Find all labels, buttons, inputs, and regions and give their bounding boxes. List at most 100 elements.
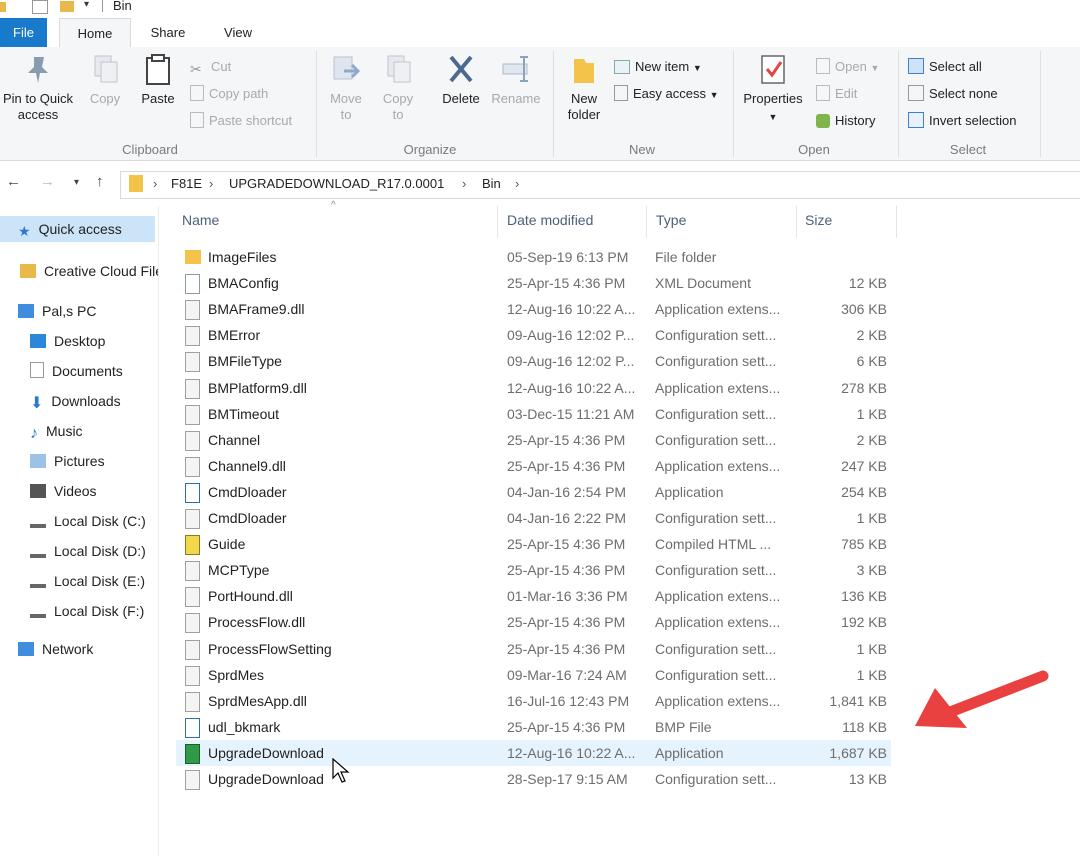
file-name: SprdMes — [208, 666, 265, 683]
sidebar-item-music[interactable]: ♪ Music — [30, 418, 156, 444]
open-button[interactable]: Open ▼ — [816, 57, 879, 77]
file-date-modified: 25-Apr-15 4:36 PM — [507, 614, 626, 631]
column-divider[interactable] — [796, 206, 797, 238]
tab-view[interactable]: View — [210, 18, 266, 47]
properties-check-icon[interactable] — [32, 0, 48, 14]
properties-button[interactable]: Properties ▼ — [738, 53, 808, 125]
file-row[interactable]: ImageFiles 05-Sep-19 6:13 PM File folder — [176, 244, 891, 270]
file-row[interactable]: SprdMes 09-Mar-16 7:24 AM Configuration se… — [176, 662, 891, 688]
sidebar-item-local-disk-d[interactable]: Local Disk (D:) — [30, 538, 156, 564]
sidebar-item-downloads[interactable]: ⬇ Downloads — [30, 388, 156, 414]
folder-icon — [0, 2, 6, 12]
file-row[interactable]: BMFileType 09-Aug-16 12:02 P... Configurat… — [176, 348, 891, 374]
sidebar-item-local-disk-f[interactable]: Local Disk (F:) — [30, 598, 156, 624]
invert-selection-button[interactable]: Invert selection — [908, 111, 1016, 131]
file-row[interactable]: BMPlatform9.dll 12-Aug-16 10:22 A... Appli… — [176, 375, 891, 401]
file-date-modified: 04-Jan-16 2:22 PM — [507, 510, 627, 526]
pin-to-quick-access-button[interactable]: Pin to Quick access — [0, 53, 76, 123]
history-button[interactable]: History — [816, 111, 875, 131]
dll-file-icon — [185, 613, 200, 634]
up-arrow-icon[interactable]: ↑ — [96, 173, 104, 190]
column-divider[interactable] — [646, 206, 647, 238]
file-type: Configuration sett... — [655, 431, 777, 448]
new-folder-button[interactable]: New folder — [560, 53, 608, 123]
tab-share[interactable]: Share — [140, 18, 196, 47]
tab-home[interactable]: Home — [59, 18, 131, 49]
sidebar-item-documents[interactable]: Documents — [30, 358, 156, 384]
file-row[interactable]: PortHound.dll 01-Mar-16 3:36 PM Applicatio… — [176, 583, 891, 609]
tab-file[interactable]: File — [0, 18, 47, 47]
file-row[interactable]: BMError 09-Aug-16 12:02 P... Configuration… — [176, 322, 891, 348]
easy-access-button[interactable]: Easy access ▼ — [614, 84, 719, 104]
copy-icon — [94, 55, 118, 83]
copy-path-button[interactable]: Copy path — [190, 84, 268, 104]
sidebar-item-local-disk-c[interactable]: Local Disk (C:) — [30, 508, 156, 534]
file-row[interactable]: CmdDloader 04-Jan-16 2:22 PM Configuration… — [176, 505, 891, 531]
file-row[interactable]: udl_bkmark 25-Apr-15 4:36 PM BMP File 118 K… — [176, 714, 891, 740]
dll-file-icon — [185, 587, 200, 608]
sidebar-item-creative-cloud[interactable]: Creative Cloud Files — [20, 258, 158, 284]
config-file-icon — [185, 509, 200, 529]
file-row[interactable]: UpgradeDownload 28-Sep-17 9:15 AM Configur… — [176, 766, 891, 792]
sidebar-item-local-disk-e[interactable]: Local Disk (E:) — [30, 568, 156, 594]
file-row[interactable]: ProcessFlowSetting 25-Apr-15 4:36 PM Confi… — [176, 636, 891, 662]
copy-to-button[interactable]: Copy to — [376, 53, 420, 123]
drive-icon — [30, 606, 46, 618]
sidebar-item-desktop[interactable]: Desktop — [30, 328, 156, 354]
column-header-name[interactable]: Name — [182, 212, 219, 234]
file-row[interactable]: Channel9.dll 25-Apr-15 4:36 PM Application… — [176, 453, 891, 479]
file-date-modified: 28-Sep-17 9:15 AM — [507, 771, 628, 787]
file-row[interactable]: SprdMesApp.dll 16-Jul-16 12:43 PM Applicat… — [176, 688, 891, 714]
recent-locations-chevron-icon[interactable]: ▾ — [74, 177, 79, 188]
file-row[interactable]: Guide 25-Apr-15 4:36 PM Compiled HTML ... 7… — [176, 531, 891, 557]
new-folder-icon[interactable] — [60, 1, 74, 12]
new-folder-icon — [574, 59, 594, 83]
sidebar-item-network[interactable]: Network — [18, 636, 156, 662]
copy-button[interactable]: Copy — [84, 53, 126, 107]
file-row[interactable]: UpgradeDownload 12-Aug-16 10:22 A... Appli… — [176, 739, 891, 766]
rename-button[interactable]: Rename — [488, 53, 544, 107]
file-date-modified: 09-Aug-16 12:02 P... — [507, 353, 635, 370]
delete-button[interactable]: Delete — [438, 53, 484, 107]
sidebar-item-label: Local Disk (C:) — [54, 513, 146, 529]
star-icon: ★ — [18, 223, 31, 239]
file-row[interactable]: BMTimeout 03-Dec-15 11:21 AM Configuration… — [176, 401, 891, 427]
file-row[interactable]: ProcessFlow.dll 25-Apr-15 4:36 PM Applicat… — [176, 609, 891, 635]
breadcrumb-item[interactable]: F81E — [171, 176, 202, 191]
sidebar-item-videos[interactable]: Videos — [30, 478, 156, 504]
file-row[interactable]: MCPType 25-Apr-15 4:36 PM Configuration se… — [176, 557, 891, 583]
bmp-file-icon — [185, 717, 200, 738]
address-bar[interactable]: › F81E › UPGRADEDOWNLOAD_R17.0.0001 › Bi… — [120, 171, 1080, 199]
column-divider[interactable] — [497, 206, 498, 238]
file-row[interactable]: CmdDloader 04-Jan-16 2:54 PM Application 25… — [176, 479, 891, 505]
select-all-button[interactable]: Select all — [908, 57, 982, 77]
column-header-type[interactable]: Type — [656, 212, 686, 234]
file-type: Application — [655, 744, 724, 761]
breadcrumb-item[interactable]: Bin — [482, 176, 501, 191]
paste-shortcut-button[interactable]: Paste shortcut — [190, 111, 292, 131]
file-name: MCPType — [208, 562, 270, 579]
sidebar-item-label: Creative Cloud Files — [44, 263, 158, 279]
back-arrow-icon[interactable]: ← — [6, 173, 21, 190]
sidebar-item-pictures[interactable]: Pictures — [30, 448, 156, 474]
sidebar-item-quick-access[interactable]: ★ Quick access — [0, 216, 155, 242]
column-divider[interactable] — [896, 206, 897, 238]
forward-arrow-icon[interactable]: → — [40, 173, 55, 190]
column-header-date[interactable]: Date modified — [507, 212, 593, 234]
annotation-arrow-icon — [915, 670, 1049, 728]
column-header-size[interactable]: Size — [805, 212, 832, 234]
file-row[interactable]: BMAConfig 25-Apr-15 4:36 PM XML Document 12… — [176, 270, 891, 296]
sidebar-item-this-pc[interactable]: Pal,s PC — [18, 298, 156, 324]
breadcrumb-item[interactable]: UPGRADEDOWNLOAD_R17.0.0001 — [229, 176, 444, 191]
file-row[interactable]: Channel 25-Apr-15 4:36 PM Configuration se… — [176, 427, 891, 453]
edit-button[interactable]: Edit — [816, 84, 857, 104]
move-to-button[interactable]: Move to — [322, 53, 370, 123]
cut-button[interactable]: ✂ Cut — [190, 57, 231, 77]
select-none-button[interactable]: Select none — [908, 84, 998, 104]
customize-toolbar-icon[interactable]: ▾ — [84, 0, 89, 13]
paste-button[interactable]: Paste — [136, 53, 180, 107]
file-row[interactable]: BMAFrame9.dll 12-Aug-16 10:22 A... Applica… — [176, 296, 891, 322]
new-item-button[interactable]: New item ▼ — [614, 57, 702, 77]
pictures-icon — [30, 454, 46, 468]
file-size: 247 KB — [841, 457, 887, 474]
